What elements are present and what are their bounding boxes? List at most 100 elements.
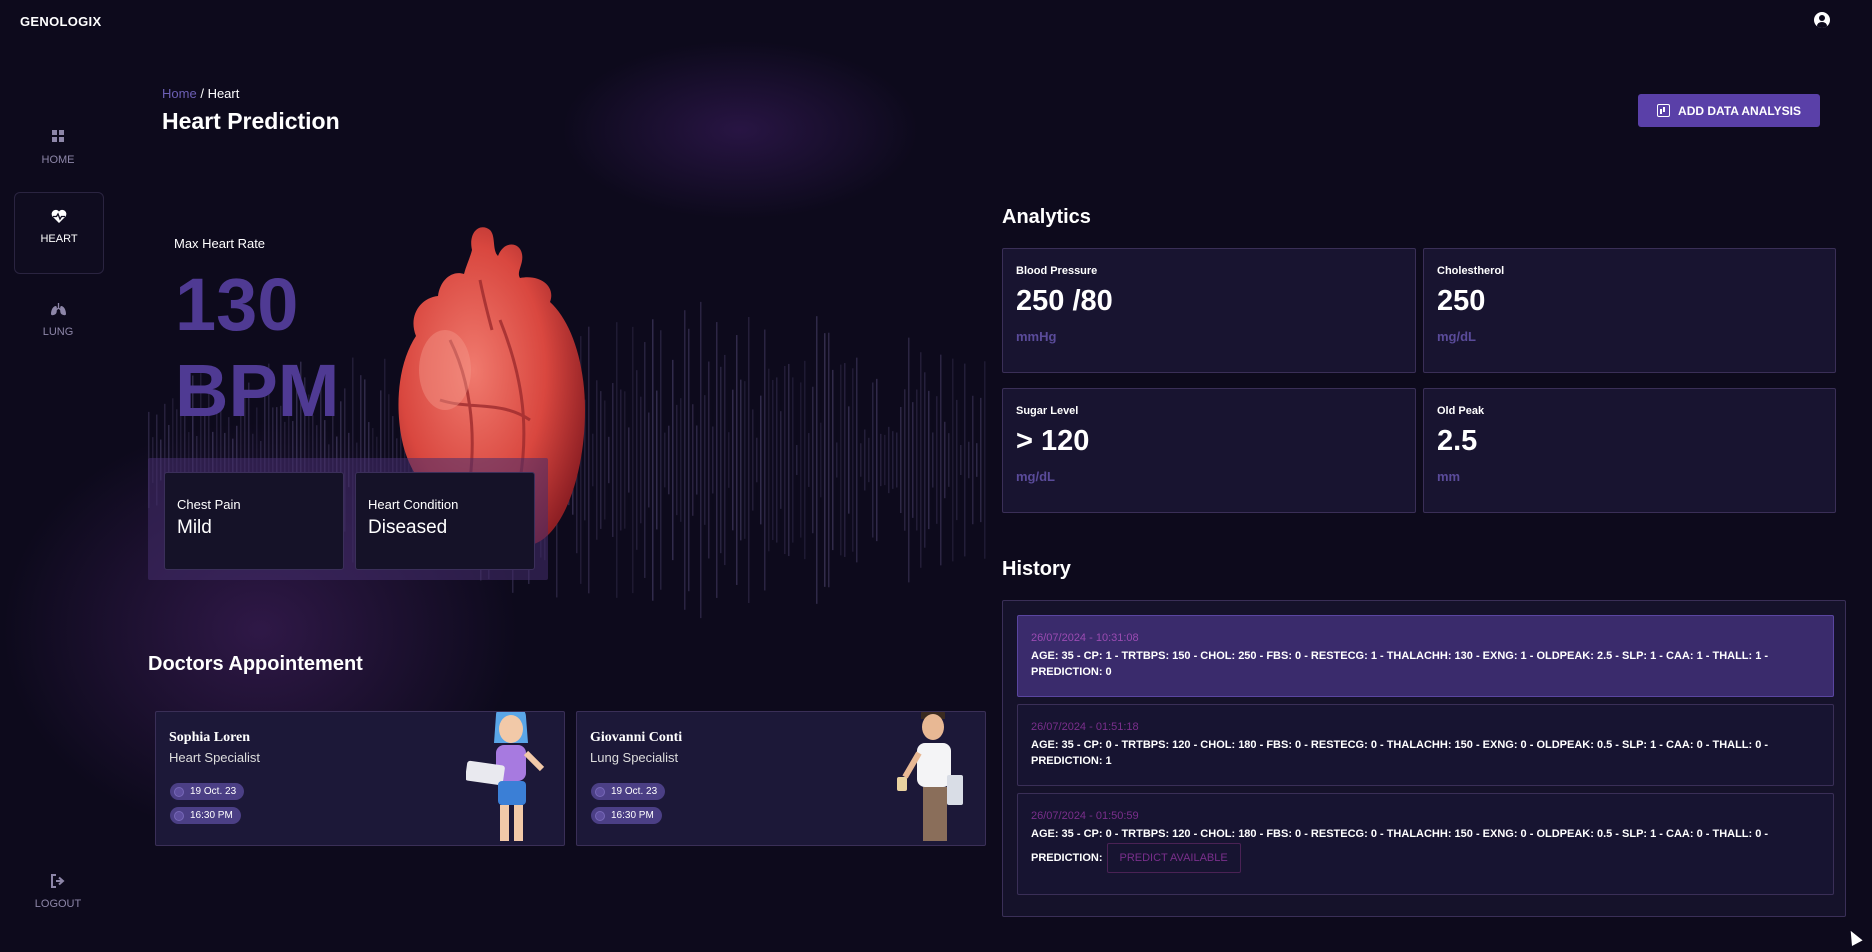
heart-condition-value: Diseased	[368, 517, 448, 538]
waveform-bar	[952, 358, 954, 562]
waveform-bar	[868, 437, 870, 483]
sidebar-item-home[interactable]: HOME	[14, 114, 102, 194]
waveform-bar	[956, 399, 958, 521]
waveform-bar	[788, 363, 790, 557]
doctor-name: Giovanni Conti	[590, 730, 683, 745]
logout-button[interactable]: LOGOUT	[14, 858, 102, 938]
mouse-cursor	[1845, 928, 1863, 946]
heart-status-panel: Chest Pain Mild Heart Condition Diseased	[148, 458, 548, 580]
chest-pain-label: Chest Pain	[177, 497, 241, 512]
history-item[interactable]: 26/07/2024 - 01:51:18 AGE: 35 - CP: 0 - …	[1017, 704, 1834, 786]
heart-condition-card: Heart Condition Diseased	[355, 472, 535, 570]
blood-pressure-value: 250 /80	[1016, 285, 1113, 317]
waveform-bar	[724, 354, 726, 566]
lungs-icon	[14, 302, 102, 318]
sugar-level-value: > 120	[1016, 425, 1090, 457]
waveform-bar	[680, 398, 682, 522]
waveform-bar	[808, 433, 810, 487]
background-glow	[560, 40, 920, 220]
sidebar-item-label: LUNG	[42, 326, 74, 338]
heart-pulse-icon	[15, 209, 103, 225]
old-peak-label: Old Peak	[1437, 405, 1485, 417]
waveform-bar	[972, 395, 974, 525]
history-panel: 26/07/2024 - 10:31:08 AGE: 35 - CP: 1 - …	[1002, 600, 1846, 917]
waveform-bar	[976, 443, 978, 477]
waveform-bar	[768, 368, 770, 552]
history-details: AGE: 35 - CP: 1 - TRTBPS: 150 - CHOL: 25…	[1031, 650, 1769, 678]
waveform-bar	[780, 411, 782, 509]
waveform-bar	[800, 382, 802, 538]
waveform-bar	[860, 443, 862, 477]
waveform-bar	[852, 368, 854, 552]
waveform-bar	[716, 322, 718, 598]
waveform-bar	[648, 412, 650, 508]
waveform-bar	[804, 360, 806, 560]
cholesterol-card: Cholestherol 250 mg/dL	[1423, 248, 1836, 373]
blood-pressure-unit: mmHg	[1016, 329, 1057, 344]
doctor-card[interactable]: Giovanni Conti Lung Specialist 19 Oct. 2…	[576, 711, 986, 846]
breadcrumb-separator: /	[200, 86, 204, 101]
waveform-bar	[836, 442, 838, 478]
cholesterol-label: Cholestherol	[1437, 265, 1505, 277]
predict-available-button[interactable]: PREDICT AVAILABLE	[1106, 843, 1241, 874]
doctor-card[interactable]: Sophia Loren Heart Specialist 19 Oct. 23…	[155, 711, 565, 846]
add-data-analysis-button[interactable]: ADD DATA ANALYSIS	[1638, 94, 1820, 127]
doctor-avatar-illustration	[897, 712, 963, 841]
old-peak-card: Old Peak 2.5 mm	[1423, 388, 1836, 513]
sugar-level-label: Sugar Level	[1016, 405, 1079, 417]
appointment-date: 19 Oct. 23	[190, 786, 237, 797]
waveform-bar	[624, 391, 626, 529]
analytics-title: Analytics	[1002, 206, 1091, 228]
waveform-bar	[752, 409, 754, 511]
sidebar-item-heart[interactable]: HEART	[14, 192, 104, 274]
waveform-bar	[748, 316, 750, 604]
history-date: 26/07/2024 - 01:50:59	[1031, 810, 1139, 822]
waveform-bar	[828, 332, 830, 588]
breadcrumb-home-link[interactable]: Home	[162, 86, 197, 101]
waveform-bar	[704, 395, 706, 525]
chest-pain-card: Chest Pain Mild	[164, 472, 344, 570]
waveform-bar	[608, 436, 610, 484]
waveform-bar	[792, 377, 794, 543]
waveform-bar	[616, 322, 618, 598]
waveform-bar	[896, 432, 898, 488]
clock-icon	[174, 810, 184, 821]
waveform-bar	[776, 377, 778, 543]
waveform-bar	[936, 396, 938, 524]
sidebar-item-lung[interactable]: LUNG	[14, 286, 102, 366]
appointments-title: Doctors Appointement	[148, 653, 363, 675]
waveform-bar	[900, 406, 902, 514]
calendar-icon	[595, 786, 605, 797]
waveform-bar	[696, 425, 698, 495]
app-logo[interactable]: GENOLOGIX	[20, 14, 101, 29]
doctor-avatar-illustration	[466, 712, 545, 841]
calendar-icon	[174, 786, 184, 797]
doctor-name: Sophia Loren	[169, 730, 251, 745]
waveform-bar	[756, 437, 758, 483]
user-account-icon[interactable]	[1814, 12, 1830, 28]
appointment-date-badge: 19 Oct. 23	[591, 783, 666, 800]
waveform-bar	[692, 404, 694, 516]
waveform-bar	[824, 333, 826, 587]
cholesterol-value: 250	[1437, 285, 1486, 317]
logout-icon	[14, 874, 102, 890]
waveform-bar	[656, 390, 658, 530]
waveform-bar	[684, 310, 686, 610]
waveform-bar	[728, 432, 730, 488]
waveform-bar	[964, 363, 966, 557]
appointment-time-badge: 16:30 PM	[170, 807, 241, 824]
history-item[interactable]: 26/07/2024 - 01:50:59 AGE: 35 - CP: 0 - …	[1017, 793, 1834, 895]
waveform-bar	[740, 379, 742, 541]
waveform-bar	[736, 335, 738, 585]
history-item[interactable]: 26/07/2024 - 10:31:08 AGE: 35 - CP: 1 - …	[1017, 615, 1834, 697]
appointment-date-badge: 19 Oct. 23	[170, 783, 245, 800]
history-details: AGE: 35 - CP: 0 - TRTBPS: 120 - CHOL: 18…	[1031, 739, 1769, 767]
cholesterol-unit: mg/dL	[1437, 329, 1476, 344]
waveform-bar	[876, 378, 878, 542]
waveform-bar	[688, 328, 690, 592]
waveform-bar	[700, 301, 702, 619]
grid-icon	[14, 130, 102, 146]
waveform-bar	[772, 379, 774, 541]
waveform-bar	[636, 370, 638, 550]
max-heart-rate-unit: BPM	[175, 349, 340, 432]
